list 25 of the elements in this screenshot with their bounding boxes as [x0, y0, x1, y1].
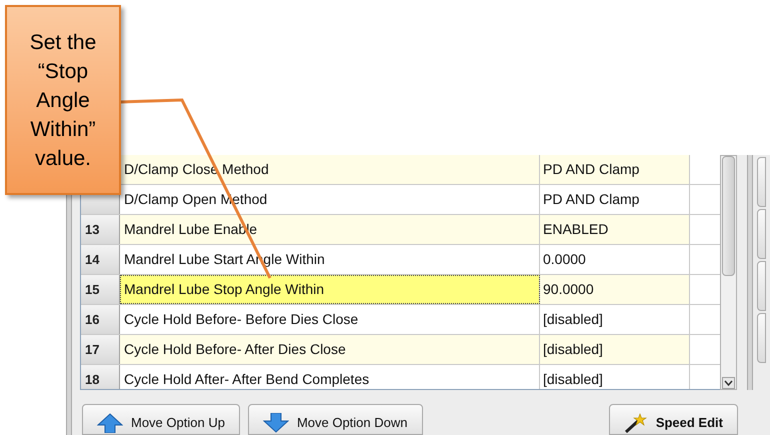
row-number-cell: 13	[81, 215, 120, 244]
option-value-cell[interactable]: 90.0000	[540, 275, 690, 304]
speed-edit-button[interactable]: Speed Edit	[608, 404, 738, 435]
option-name-cell[interactable]: Mandrel Lube Stop Angle Within	[120, 275, 540, 304]
scrollbar[interactable]	[720, 155, 737, 390]
up-arrow-icon	[97, 412, 123, 432]
magic-wand-icon	[624, 412, 648, 432]
row-number-cell: 18	[81, 365, 120, 389]
side-button[interactable]	[757, 157, 766, 207]
row-number-cell: 16	[81, 305, 120, 334]
row-number-cell: 15	[81, 275, 120, 304]
callout-text: Set the “Stop Angle Within” value.	[28, 30, 98, 172]
row-number-cell: 14	[81, 245, 120, 274]
side-button[interactable]	[757, 261, 766, 311]
side-button[interactable]	[757, 313, 766, 363]
move-option-button[interactable]: Move Option Down	[248, 404, 422, 435]
scroll-down-icon[interactable]	[722, 377, 735, 389]
option-value-cell[interactable]: [disabled]	[540, 335, 690, 364]
down-arrow-icon	[262, 412, 289, 432]
option-value-cell[interactable]: ENABLED	[540, 215, 690, 244]
option-value-cell[interactable]: PD AND Clamp	[540, 155, 690, 184]
row-number-cell: 17	[81, 335, 120, 364]
option-name-cell[interactable]: Cycle Hold Before- After Dies Close	[120, 335, 540, 364]
side-button[interactable]	[757, 209, 766, 259]
move-option-button[interactable]: Move Option Up	[82, 404, 240, 435]
